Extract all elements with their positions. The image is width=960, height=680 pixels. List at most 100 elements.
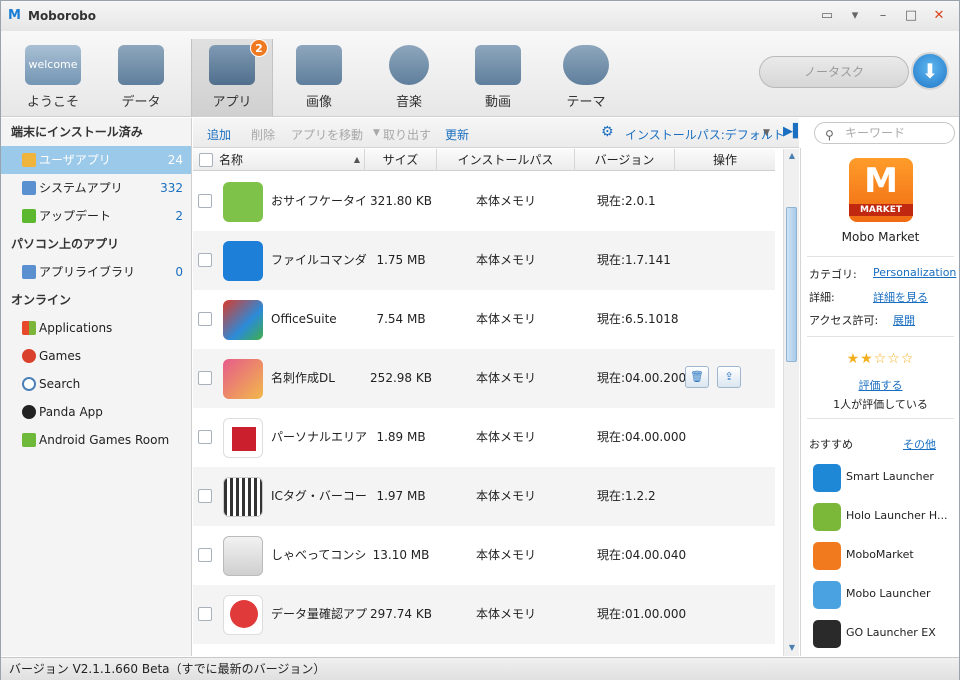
- refresh-button[interactable]: 更新: [445, 126, 469, 143]
- mobomarket-icon: [813, 542, 841, 570]
- task-status-button[interactable]: ノータスク: [759, 56, 909, 88]
- scroll-thumb[interactable]: [786, 207, 797, 362]
- sidebar-item-games[interactable]: Games: [1, 342, 191, 370]
- move-app-icon[interactable]: ⇪: [717, 366, 741, 388]
- table-row[interactable]: ICタグ・バーコードリー! 1.97 MB 本体メモリ 現在:1.2.2: [193, 467, 775, 526]
- table-row[interactable]: OfficeSuite 7.54 MB 本体メモリ 現在:6.5.1018: [193, 290, 775, 349]
- nav-theme[interactable]: テーマ: [550, 39, 622, 115]
- sidebar-item-system-apps[interactable]: システムアプリ 332: [1, 174, 191, 202]
- column-operation[interactable]: 操作: [675, 149, 775, 171]
- sidebar-item-search[interactable]: Search: [1, 370, 191, 398]
- nav-video[interactable]: 動画: [462, 39, 534, 115]
- rate-link[interactable]: 評価する: [801, 377, 960, 393]
- table-scrollbar[interactable]: ▲ ▼: [783, 149, 799, 656]
- sidebar-item-android-games-room[interactable]: Android Games Room: [1, 426, 191, 454]
- video-icon: [475, 45, 521, 85]
- row-checkbox[interactable]: [198, 548, 212, 562]
- details-link[interactable]: 詳細を見る: [873, 289, 928, 305]
- row-checkbox[interactable]: [198, 371, 212, 385]
- app-version: 現在:1.7.141: [597, 253, 671, 267]
- detail-divider: [807, 418, 954, 419]
- app-version: 現在:6.5.1018: [597, 312, 679, 326]
- row-checkbox[interactable]: [198, 253, 212, 267]
- row-checkbox[interactable]: [198, 430, 212, 444]
- column-size[interactable]: サイズ: [365, 149, 437, 171]
- move-app-button[interactable]: アプリを移動: [291, 126, 363, 143]
- recommended-item[interactable]: Mobo Launcher: [813, 579, 957, 609]
- permission-link[interactable]: 展開: [893, 312, 915, 328]
- select-all-checkbox[interactable]: [199, 153, 213, 167]
- app-name: データ量確認アプリ: [271, 607, 367, 621]
- go-launcher-icon: [813, 620, 841, 648]
- nav-music[interactable]: 音楽: [373, 39, 445, 115]
- details-label: 詳細:: [809, 291, 835, 304]
- sidebar-item-app-library[interactable]: アプリライブラリ 0: [1, 258, 191, 286]
- nav-welcome[interactable]: welcome ようこそ: [17, 39, 89, 115]
- uninstall-trash-icon[interactable]: 🗑: [685, 366, 709, 388]
- close-icon[interactable]: ✕: [931, 8, 947, 24]
- sidebar-item-panda-app[interactable]: Panda App: [1, 398, 191, 426]
- delete-button[interactable]: 削除: [251, 126, 275, 143]
- recommend-label: おすすめ: [809, 438, 853, 451]
- table-row[interactable]: 名刺作成DL 252.98 KB 本体メモリ 現在:04.00.2000 🗑 ⇪: [193, 349, 775, 408]
- table-row[interactable]: ファイルコマンダー 1.75 MB 本体メモリ 現在:1.7.141: [193, 231, 775, 290]
- app-size: 7.54 MB: [376, 312, 426, 326]
- feedback-icon[interactable]: ▭: [819, 8, 835, 24]
- app-version: 現在:04.00.2000: [597, 371, 687, 385]
- menu-dropdown-icon[interactable]: ▾: [847, 8, 863, 24]
- nav-data[interactable]: データ: [105, 39, 177, 115]
- app-install-path: 本体メモリ: [475, 430, 536, 444]
- sidebar-item-label: Panda App: [39, 405, 103, 419]
- app-size: 321.80 KB: [370, 194, 432, 208]
- search-placeholder: キーワード: [845, 126, 906, 140]
- recommended-item[interactable]: Holo Launcher H...: [813, 501, 957, 531]
- detail-category: カテゴリ: Personalization: [809, 266, 956, 282]
- app-detail-panel: M MARKET Mobo Market カテゴリ: Personalizati…: [800, 148, 959, 656]
- collapse-panel-icon[interactable]: ▶▌: [783, 124, 803, 139]
- nav-apps[interactable]: 2 アプリ: [191, 39, 273, 117]
- download-icon[interactable]: ⬇: [911, 52, 949, 90]
- recommended-item-name: Smart Launcher: [846, 470, 934, 483]
- nav-images[interactable]: 画像: [283, 39, 355, 115]
- sidebar-item-applications[interactable]: Applications: [1, 314, 191, 342]
- app-size: 1.75 MB: [376, 253, 426, 267]
- row-checkbox[interactable]: [198, 489, 212, 503]
- category-link[interactable]: Personalization: [873, 266, 956, 279]
- sidebar-item-updates[interactable]: アップデート 2: [1, 202, 191, 230]
- detail-details: 詳細: 詳細を見る: [809, 289, 928, 305]
- row-checkbox[interactable]: [198, 312, 212, 326]
- table-row[interactable]: パーソナルエリア 1.89 MB 本体メモリ 現在:04.00.0000: [193, 408, 775, 467]
- online-header: オンライン: [11, 293, 72, 307]
- row-checkbox[interactable]: [198, 194, 212, 208]
- move-dropdown-icon[interactable]: ▼: [373, 128, 380, 138]
- column-name-label: 名称: [219, 153, 244, 167]
- recommended-item[interactable]: MoboMarket: [813, 540, 957, 570]
- column-version[interactable]: バージョン: [575, 149, 675, 171]
- install-path-dropdown-icon[interactable]: ▼: [763, 128, 770, 138]
- scroll-down-icon[interactable]: ▼: [784, 641, 800, 655]
- search-input[interactable]: ⚲ キーワード: [814, 122, 955, 144]
- column-install-path[interactable]: インストールパス: [437, 149, 575, 171]
- export-button[interactable]: 取り出す: [383, 126, 431, 143]
- app-icon: [223, 595, 263, 635]
- recommended-item[interactable]: Smart Launcher: [813, 462, 957, 492]
- more-link[interactable]: その他: [903, 436, 936, 452]
- maximize-icon[interactable]: □: [903, 8, 919, 24]
- table-row[interactable]: しゃべってコンシェル 13.10 MB 本体メモリ 現在:04.00.0400: [193, 526, 775, 585]
- table-row[interactable]: データ量確認アプリ 297.74 KB 本体メモリ 現在:01.00.0001: [193, 585, 775, 644]
- install-path-selector[interactable]: インストールパス:デフォルト: [625, 126, 785, 143]
- table-row[interactable]: おサイフケータイ Webフ 321.80 KB 本体メモリ 現在:2.0.1: [193, 172, 775, 231]
- row-checkbox[interactable]: [198, 607, 212, 621]
- app-size: 13.10 MB: [372, 548, 430, 562]
- recommended-item[interactable]: GO Launcher EX: [813, 618, 957, 648]
- scroll-up-icon[interactable]: ▲: [784, 149, 800, 163]
- mobo-launcher-icon: [813, 581, 841, 609]
- minimize-icon[interactable]: –: [875, 8, 891, 24]
- column-name[interactable]: 名称 ▲: [215, 149, 365, 171]
- mobo-market-icon: M MARKET: [849, 158, 913, 222]
- app-install-path: 本体メモリ: [475, 253, 536, 267]
- sidebar-item-user-apps[interactable]: ユーザアプリ 24: [1, 146, 191, 174]
- add-button[interactable]: 追加: [207, 126, 231, 143]
- apps-badge: 2: [250, 39, 268, 57]
- app-install-path: 本体メモリ: [475, 489, 536, 503]
